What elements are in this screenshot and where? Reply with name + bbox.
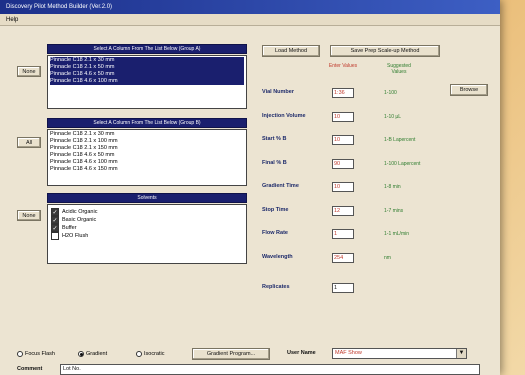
replicates-label: Replicates [262,284,290,290]
solvent-option[interactable]: ✓ Buffer [51,224,243,232]
user-name-label: User Name [287,350,316,356]
param-label: Vial Number [262,89,294,95]
list-item[interactable]: Pinnacle C18 2.1 x 30 mm [50,131,244,138]
menu-bar: Help [0,14,500,26]
solvent-option[interactable]: ✓ Basic Organic [51,216,243,224]
list-item[interactable]: Pinnacle C18 4.6 x 50 mm [50,152,244,159]
group-a-header: Select A Column From The List Below (Gro… [47,44,247,54]
solvent-label: Basic Organic [62,217,97,223]
list-item[interactable]: Pinnacle C18 4.6 x 100 mm [50,159,244,166]
mode-radio-option[interactable]: Gradient [78,351,107,357]
param-label: Wavelength [262,253,293,260]
param-field[interactable]: 10 [332,182,354,192]
param-suggested: 1-7 mins [384,207,404,214]
param-field[interactable]: 1 [332,229,354,239]
list-item[interactable]: Pinnacle C18 2.1 x 30 mm [50,57,244,64]
radio-label: Focus Flash [25,351,55,357]
save-prep-scaleup-button[interactable]: Save Prep Scale-up Method [330,45,440,57]
checkbox[interactable]: ✓ [51,224,59,232]
all-button-group-b[interactable]: All [17,137,41,148]
replicates-field[interactable]: 1 [332,283,354,293]
radio-label: Gradient [86,351,108,357]
solvents-list: ✓ Acidic Organic ✓ Basic Organic ✓ Buffer H2O … [47,204,247,264]
mode-radio-option[interactable]: Isocratic [136,351,164,357]
group-b-header: Select A Column From The List Below (Gro… [47,118,247,128]
param-suggested: 1-100 [384,90,397,96]
param-field[interactable]: 10 [332,111,354,122]
group-a-listbox[interactable]: Pinnacle C18 2.1 x 30 mm Pinnacle C18 2.1… [47,55,247,109]
enter-values-header: Enter Values [328,63,358,69]
radio-button[interactable] [17,351,23,357]
window-title: Discovery Pilot Method Builder (Ver.2.0) [6,4,113,10]
none-button-group-a[interactable]: None [17,66,41,77]
solvent-label: Acidic Organic [62,209,98,215]
menu-help[interactable]: Help [6,17,18,23]
param-suggested: 1-10 µL [384,113,402,120]
group-b-listbox[interactable]: Pinnacle C18 2.1 x 30 mm Pinnacle C18 2.1… [47,129,247,186]
param-field[interactable]: 10 [332,135,354,145]
title-bar: Discovery Pilot Method Builder (Ver.2.0) [0,0,500,14]
user-name-value: MAF Show [335,350,362,356]
radio-label: Isocratic [144,351,165,357]
list-item[interactable]: Pinnacle C18 4.6 x 100 mm [50,78,244,85]
chevron-down-icon[interactable]: ▼ [456,349,466,358]
solvent-option[interactable]: H2O Flush [51,232,243,240]
mode-radio-option[interactable]: Focus Flash [17,351,55,357]
user-name-select[interactable]: MAF Show ▼ [332,348,467,359]
none-button-solvents[interactable]: None [17,210,41,221]
solvent-label: H2O Flush [62,233,89,239]
list-item[interactable]: Pinnacle C18 4.6 x 150 mm [50,166,244,173]
radio-button[interactable] [78,351,84,357]
suggested-values-header: Suggested Values [387,63,411,75]
checkbox[interactable]: ✓ [51,208,59,216]
param-field[interactable]: 1:36 [332,88,354,98]
comment-field[interactable]: Lot No. [60,364,480,375]
list-item[interactable]: Pinnacle C18 4.6 x 50 mm [50,71,244,78]
radio-button[interactable] [136,351,142,357]
app-window: Discovery Pilot Method Builder (Ver.2.0)… [0,0,500,375]
gradient-program-button[interactable]: Gradient Program... [192,348,270,360]
list-item[interactable]: Pinnacle C18 2.1 x 50 mm [50,64,244,71]
load-method-button[interactable]: Load Method [262,45,320,57]
param-suggested: 1-100 Lapercent [384,160,421,167]
comment-label: Comment [17,366,43,372]
param-label: Injection Volume [262,112,306,119]
solvent-option[interactable]: ✓ Acidic Organic [51,208,243,216]
checkbox[interactable]: ✓ [51,216,59,224]
param-suggested: nm [384,254,391,261]
param-label: Final % B [262,159,287,166]
param-field[interactable]: 12 [332,205,354,216]
param-suggested: 1-8 min [384,184,401,190]
param-field[interactable]: 90 [332,158,354,169]
param-suggested: 1-1 mL/min [384,231,410,237]
param-suggested: 1-B Lapercent [384,137,416,143]
browse-button[interactable]: Browse [450,84,488,96]
solvent-label: Buffer [62,225,77,231]
param-label: Flow Rate [262,230,288,236]
param-label: Stop Time [262,206,289,213]
list-item[interactable]: Pinnacle C18 2.1 x 100 mm [50,138,244,145]
param-field[interactable]: 254 [332,252,354,263]
solvents-header: Solvents [47,193,247,203]
list-item[interactable]: Pinnacle C18 2.1 x 150 mm [50,145,244,152]
param-label: Start % B [262,136,287,142]
checkbox[interactable] [51,232,59,240]
param-label: Gradient Time [262,183,299,189]
